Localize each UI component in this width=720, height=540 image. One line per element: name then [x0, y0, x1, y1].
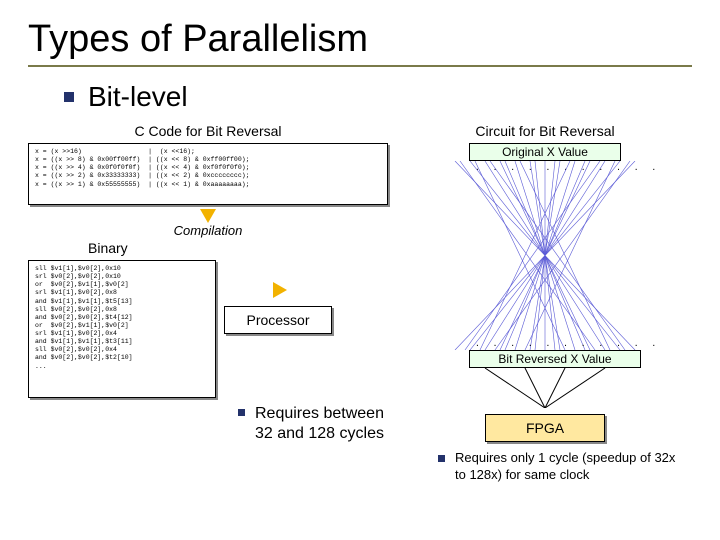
circuit-diagram: Original X Value . . . . . . . . . . .: [415, 143, 675, 368]
wire-crossing-icon: [445, 161, 645, 350]
connector-lines-icon: [415, 368, 675, 408]
orig-x-box: Original X Value: [469, 143, 621, 161]
ccode-label: C Code for Bit Reversal: [28, 123, 388, 139]
circuit-label: Circuit for Bit Reversal: [398, 123, 692, 139]
req1-text: Requires between 32 and 128 cycles: [255, 404, 388, 444]
binary-box: sll $v1[1],$v0[2],0x10 srl $v0[2],$v0[2]…: [28, 260, 216, 398]
fpga-box: FPGA: [485, 414, 605, 442]
dots-icon: . . . . . . . . . . .: [475, 339, 660, 348]
arrow-down-icon: [200, 209, 216, 223]
ccode-box: x = (x >>16) | (x <<16); x = ((x >> 8) &…: [28, 143, 388, 205]
req2-text: Requires only 1 cycle (speedup of 32x to…: [455, 450, 685, 484]
arrow-right-icon: [273, 282, 287, 298]
subtitle: Bit-level: [88, 81, 188, 113]
rev-x-box: Bit Reversed X Value: [469, 350, 641, 368]
title-row: Types of Parallelism: [28, 18, 692, 67]
processor-box: Processor: [224, 306, 332, 334]
bullet-icon: [238, 409, 245, 416]
subtitle-row: Bit-level: [64, 81, 692, 113]
compilation-label: Compilation: [174, 223, 243, 238]
binary-label: Binary: [88, 240, 388, 256]
bullet-icon: [438, 455, 445, 462]
slide-title: Types of Parallelism: [28, 18, 692, 61]
bullet-icon: [64, 92, 74, 102]
